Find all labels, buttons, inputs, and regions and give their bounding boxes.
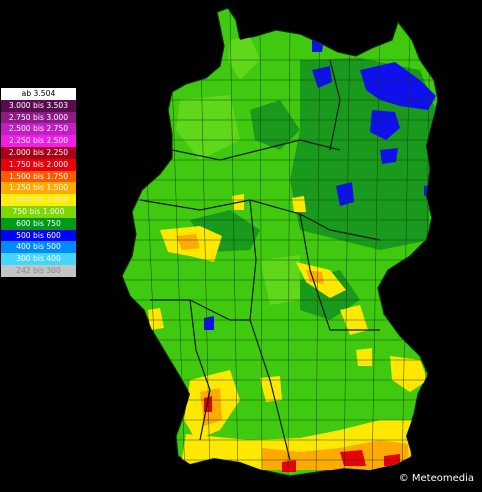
legend-item: 1.500 bis 1.750 — [1, 170, 76, 183]
legend-item: 400 bis 500 — [1, 241, 76, 254]
legend-item: 1.000 bis 1.250 — [1, 194, 76, 206]
legend-item: 1.250 bis 1.500 — [1, 182, 76, 195]
legend-item: 1.750 bis 2.000 — [1, 158, 76, 171]
legend-item: 2.250 bis 2.500 — [1, 135, 76, 147]
legend-item: 500 bis 600 — [1, 229, 76, 242]
legend-item: ab 3.504 — [1, 88, 76, 100]
legend-item: 750 bis 1.000 — [1, 205, 76, 218]
precipitation-legend: ab 3.504 3.000 bis 3.503 2.750 bis 3.000 2.… — [1, 88, 76, 277]
legend-item: 2.000 bis 2.250 — [1, 146, 76, 159]
legend-item: 300 bis 400 — [1, 253, 76, 265]
legend-item: 2.500 bis 2.750 — [1, 123, 76, 136]
credit-label: © Meteomedia — [398, 473, 474, 484]
legend-item: 3.000 bis 3.503 — [1, 99, 76, 112]
legend-item: 2.750 bis 3.000 — [1, 111, 76, 124]
legend-item: 600 bis 750 — [1, 217, 76, 230]
legend-item: 242 bis 300 — [1, 264, 76, 277]
